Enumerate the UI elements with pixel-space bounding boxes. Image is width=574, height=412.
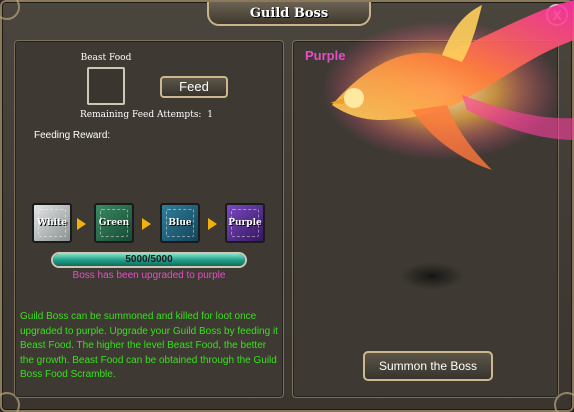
feed-panel: Beast Food Feed Remaining Feed Attempts:…	[14, 40, 284, 398]
beast-food-slot[interactable]	[87, 67, 125, 105]
window-title: Guild Boss	[249, 5, 329, 21]
tier-blue-icon: Blue	[160, 203, 200, 243]
status-text: Boss has been upgraded to purple	[72, 270, 226, 281]
remaining-value: 1	[207, 110, 213, 120]
summon-boss-button[interactable]: Summon the Boss	[363, 351, 493, 381]
tier-label: White	[37, 218, 67, 228]
tier-green-icon: Green	[94, 203, 134, 243]
arrow-right-icon	[208, 218, 217, 230]
tier-label: Purple	[228, 218, 262, 228]
growth-progress-bar: 5000/5000	[51, 252, 247, 268]
corner-ornament	[0, 0, 20, 20]
tier-purple-icon: Purple	[225, 203, 265, 243]
arrow-right-icon	[142, 218, 151, 230]
close-button[interactable]: X	[546, 4, 568, 26]
feeding-reward-label: Feeding Reward:	[34, 130, 111, 141]
remaining-label: Remaining Feed Attempts:	[80, 110, 202, 120]
remaining-attempts: Remaining Feed Attempts: 1	[80, 110, 213, 120]
tier-label: Green	[98, 218, 130, 228]
progress-text: 5000/5000	[125, 254, 173, 265]
boss-grade-label: Purple	[305, 48, 346, 63]
boss-preview-panel	[292, 40, 559, 398]
tier-label: Blue	[168, 218, 192, 228]
description-text: Guild Boss can be summoned and killed fo…	[20, 311, 278, 380]
beast-food-label: Beast Food	[80, 53, 132, 63]
tier-white-icon: White	[32, 203, 72, 243]
title-plate: Guild Boss	[207, 2, 371, 26]
feed-button[interactable]: Feed	[160, 76, 228, 98]
boss-shadow	[400, 262, 464, 290]
arrow-right-icon	[77, 218, 86, 230]
